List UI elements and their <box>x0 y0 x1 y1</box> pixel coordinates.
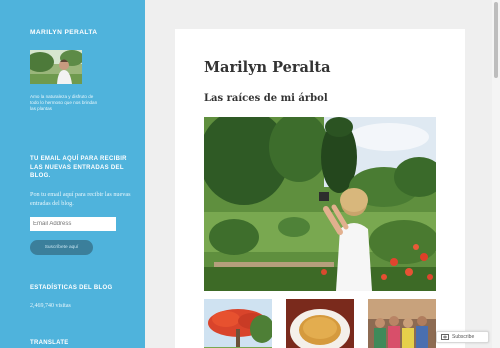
thumb-flamboyan-tree[interactable] <box>204 299 272 348</box>
post-title[interactable]: Las raíces de mi árbol <box>204 93 328 104</box>
site-title[interactable]: MARILYN PERALTA <box>30 29 97 36</box>
thumb-family-photo[interactable] <box>368 299 436 348</box>
floating-subscribe-label: Subscribe <box>452 334 475 340</box>
translate-widget-title: TRANSLATE <box>30 340 69 346</box>
scrollbar-thumb[interactable] <box>494 2 498 78</box>
page-scrollbar[interactable] <box>492 0 500 348</box>
email-widget-title: TU EMAIL AQUÍ PARA RECIBIR LAS NUEVAS EN… <box>30 156 127 179</box>
subscribe-button[interactable]: Suscríbete aquí <box>30 240 93 255</box>
reader-follow-icon <box>441 334 449 340</box>
sidebar: MARILYN PERALTA Amo la naturaleza y disf… <box>0 0 145 348</box>
post-author-heading[interactable]: Marilyn Peralta <box>204 59 331 76</box>
floating-subscribe-button[interactable]: Subscribe <box>436 331 489 343</box>
email-widget-text: Pon tu email aquí para recibir las nueva… <box>30 191 131 207</box>
hero-garden-photo[interactable] <box>204 117 436 291</box>
sidebar-avatar[interactable] <box>30 50 82 84</box>
email-field[interactable] <box>30 217 116 231</box>
stats-widget-title: ESTADÍSTICAS DEL BLOG <box>30 285 113 291</box>
post-card: Marilyn Peralta Las raíces de mi árbol <box>175 29 465 348</box>
stats-count: 2,469,740 visitas <box>30 303 71 309</box>
thumb-cake-photo[interactable] <box>286 299 354 348</box>
sidebar-bio: Amo la naturaleza y disfruto de todo lo … <box>30 94 98 112</box>
